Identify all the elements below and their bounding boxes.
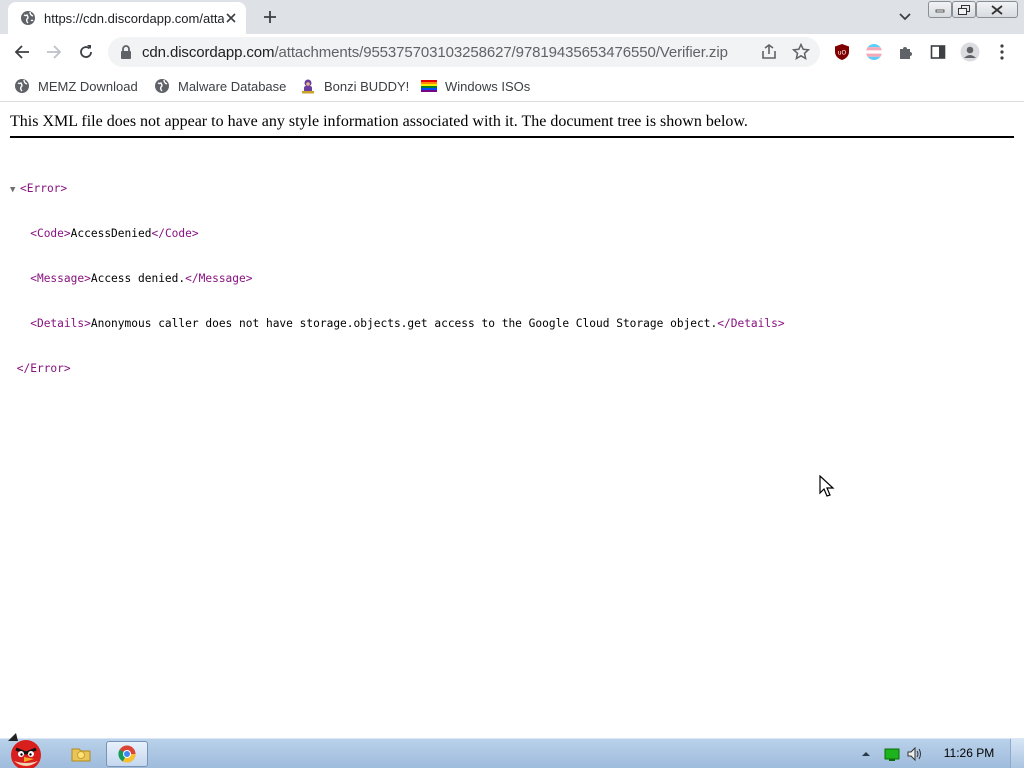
xml-root-close-line: </Error>: [10, 361, 785, 376]
bookmarks-bar: MEMZ Download Malware Database Bonzi BUD…: [0, 70, 1024, 102]
globe-icon: [15, 79, 29, 93]
xml-style-notice: This XML file does not appear to have an…: [10, 113, 1014, 138]
bookmark-windows-isos[interactable]: Windows ISOs: [421, 76, 530, 96]
globe-icon: [155, 79, 169, 93]
collapse-triangle-icon[interactable]: ▼: [10, 183, 20, 198]
xml-tag: </Code>: [151, 227, 199, 240]
kebab-menu-icon[interactable]: [990, 40, 1014, 64]
address-bar[interactable]: cdn.discordapp.com/attachments/955375703…: [108, 37, 820, 67]
taskbar: 11:26 PM: [0, 733, 1024, 768]
profile-avatar-icon[interactable]: [958, 40, 982, 64]
xml-code-value: AccessDenied: [70, 227, 152, 240]
extensions-puzzle-icon[interactable]: [894, 40, 918, 64]
tab-title: https://cdn.discordapp.com/attachments/9…: [44, 11, 224, 26]
new-tab-button[interactable]: [259, 6, 281, 28]
window-minimize-button[interactable]: [928, 1, 952, 18]
bookmark-memz-download[interactable]: MEMZ Download: [14, 76, 138, 96]
start-button-angry-bird-icon[interactable]: [0, 731, 50, 768]
xml-tag: <Details>: [30, 317, 91, 330]
show-desktop-button[interactable]: [1010, 739, 1024, 768]
lock-icon[interactable]: [118, 44, 134, 60]
browser-toolbar: cdn.discordapp.com/attachments/955375703…: [0, 34, 1024, 70]
bookmark-label: Bonzi BUDDY!: [324, 78, 410, 94]
bookmark-label: Malware Database: [178, 78, 287, 94]
xml-message-line: <Message>Access denied.</Message>: [10, 271, 785, 286]
page-content: This XML file does not appear to have an…: [0, 103, 1024, 738]
volume-icon[interactable]: [906, 746, 924, 762]
xml-tree: ▼ <Error> <Code>AccessDenied</Code> <Mess…: [10, 151, 785, 406]
mouse-cursor-icon: [819, 475, 835, 497]
url-host: cdn.discordapp.com: [142, 44, 275, 61]
browser-tab[interactable]: https://cdn.discordapp.com/attachments/9…: [8, 2, 246, 34]
forward-button[interactable]: [42, 40, 66, 64]
xml-root-open-line: ▼ <Error>: [10, 181, 785, 196]
xml-tag: <Code>: [30, 227, 71, 240]
xml-tag: </Error>: [16, 362, 71, 375]
bookmark-malware-database[interactable]: Malware Database: [154, 76, 286, 96]
xml-tag: <Error>: [20, 182, 68, 195]
bonzi-icon: [302, 79, 314, 94]
reload-button[interactable]: [74, 40, 98, 64]
network-icon[interactable]: [884, 747, 900, 761]
arrow-left-icon: [14, 45, 29, 59]
rainbow-flag-icon: [421, 80, 437, 92]
window-restore-button[interactable]: [952, 1, 976, 18]
window-close-button[interactable]: [976, 1, 1018, 18]
taskbar-explorer-icon[interactable]: [66, 742, 96, 766]
address-url[interactable]: cdn.discordapp.com/attachments/955375703…: [142, 44, 728, 61]
taskbar-chrome-icon[interactable]: [106, 741, 148, 767]
svg-text:uO: uO: [838, 50, 847, 57]
share-icon[interactable]: [760, 43, 778, 61]
globe-icon: [21, 11, 35, 25]
url-path: /attachments/955375703103258627/97819435…: [274, 44, 728, 61]
xml-details-line: <Details>Anonymous caller does not have …: [10, 316, 785, 331]
trans-flag-extension-icon[interactable]: [862, 40, 886, 64]
bookmark-label: Windows ISOs: [445, 78, 531, 94]
xml-tag: </Message>: [185, 272, 253, 285]
tray-chevron-up-icon[interactable]: [860, 747, 872, 761]
taskbar-clock[interactable]: 11:26 PM: [934, 746, 1004, 760]
arrow-right-icon: [47, 45, 62, 59]
xml-details-value: Anonymous caller does not have storage.o…: [90, 317, 718, 330]
bookmark-star-icon[interactable]: [792, 43, 810, 61]
tab-search-chevron-down-icon[interactable]: [895, 8, 915, 26]
xml-message-value: Access denied.: [90, 272, 186, 285]
back-button[interactable]: [10, 40, 34, 64]
xml-code-line: <Code>AccessDenied</Code>: [10, 226, 785, 241]
reload-icon: [80, 45, 92, 58]
xml-tag: <Message>: [30, 272, 91, 285]
bookmark-bonzi-buddy[interactable]: Bonzi BUDDY!: [300, 76, 409, 96]
ublock-origin-icon[interactable]: uO: [830, 40, 854, 64]
side-panel-icon[interactable]: [926, 40, 950, 64]
bookmark-label: MEMZ Download: [38, 78, 138, 94]
tab-strip: https://cdn.discordapp.com/attachments/9…: [0, 0, 1024, 34]
xml-tag: </Details>: [717, 317, 785, 330]
tab-close-icon[interactable]: [222, 9, 240, 27]
